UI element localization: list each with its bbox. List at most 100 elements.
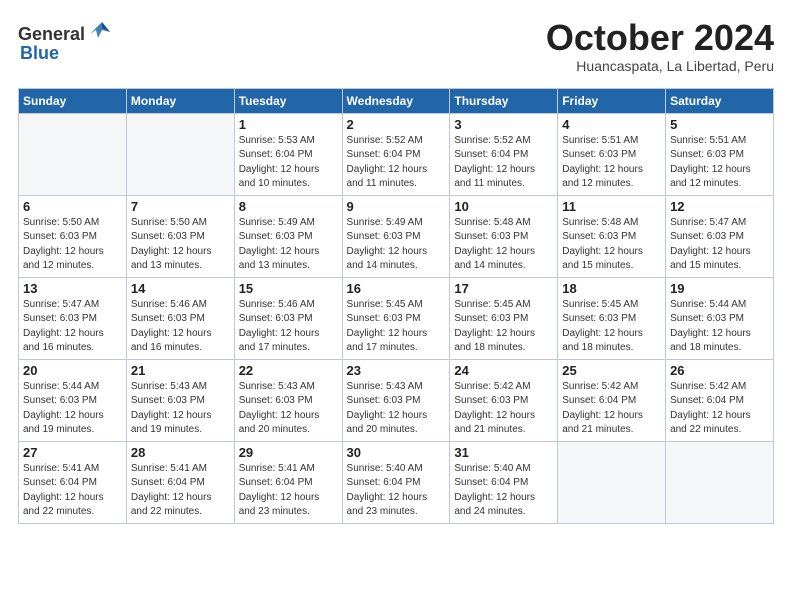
day-info: Sunrise: 5:47 AM Sunset: 6:03 PM Dayligh… (670, 216, 769, 274)
day-number: 1 (239, 117, 338, 132)
logo-general-text: General (18, 24, 85, 45)
day-number: 3 (454, 117, 553, 132)
day-info: Sunrise: 5:41 AM Sunset: 6:04 PM Dayligh… (131, 462, 230, 520)
day-info: Sunrise: 5:52 AM Sunset: 6:04 PM Dayligh… (454, 134, 553, 192)
calendar-cell: 19Sunrise: 5:44 AM Sunset: 6:03 PM Dayli… (666, 277, 774, 359)
calendar-cell: 20 Sunrise: 5:44 AM Sunset: 6:03 PM Dayli… (19, 359, 127, 441)
day-info: Sunrise: 5:44 AM Sunset: 6:03 PM Dayligh… (23, 380, 122, 438)
calendar-week-row: 27 Sunrise: 5:41 AM Sunset: 6:04 PM Dayli… (19, 441, 774, 523)
day-number: 14 (131, 281, 230, 296)
calendar-cell: 3 Sunrise: 5:52 AM Sunset: 6:04 PM Daylig… (450, 113, 558, 195)
page: General Blue October 2024 Huancaspata, L… (0, 0, 792, 538)
calendar-cell: 9 Sunrise: 5:49 AM Sunset: 6:03 PM Daylig… (342, 195, 450, 277)
day-info: Sunrise: 5:46 AM Sunset: 6:03 PM Dayligh… (131, 298, 230, 356)
day-number: 24 (454, 363, 553, 378)
day-number: 12 (670, 199, 769, 214)
calendar-cell: 18 Sunrise: 5:45 AM Sunset: 6:03 PM Dayli… (558, 277, 666, 359)
calendar-cell: 23Sunrise: 5:43 AM Sunset: 6:03 PM Dayli… (342, 359, 450, 441)
calendar-cell: 21 Sunrise: 5:43 AM Sunset: 6:03 PM Dayli… (126, 359, 234, 441)
calendar-cell: 8Sunrise: 5:49 AM Sunset: 6:03 PM Daylig… (234, 195, 342, 277)
day-info: Sunrise: 5:46 AM Sunset: 6:03 PM Dayligh… (239, 298, 338, 356)
day-info: Sunrise: 5:43 AM Sunset: 6:03 PM Dayligh… (131, 380, 230, 438)
calendar-cell: 11Sunrise: 5:48 AM Sunset: 6:03 PM Dayli… (558, 195, 666, 277)
calendar-cell: 28Sunrise: 5:41 AM Sunset: 6:04 PM Dayli… (126, 441, 234, 523)
calendar-cell (126, 113, 234, 195)
day-number: 18 (562, 281, 661, 296)
day-number: 27 (23, 445, 122, 460)
day-info: Sunrise: 5:40 AM Sunset: 6:04 PM Dayligh… (347, 462, 446, 520)
calendar-cell: 10Sunrise: 5:48 AM Sunset: 6:03 PM Dayli… (450, 195, 558, 277)
day-info: Sunrise: 5:53 AM Sunset: 6:04 PM Dayligh… (239, 134, 338, 192)
calendar-cell: 5 Sunrise: 5:51 AM Sunset: 6:03 PM Daylig… (666, 113, 774, 195)
day-info: Sunrise: 5:44 AM Sunset: 6:03 PM Dayligh… (670, 298, 769, 356)
calendar-cell: 13Sunrise: 5:47 AM Sunset: 6:03 PM Dayli… (19, 277, 127, 359)
day-number: 5 (670, 117, 769, 132)
day-number: 17 (454, 281, 553, 296)
day-number: 25 (562, 363, 661, 378)
day-info: Sunrise: 5:50 AM Sunset: 6:03 PM Dayligh… (23, 216, 122, 274)
calendar-table: SundayMondayTuesdayWednesdayThursdayFrid… (18, 88, 774, 524)
calendar-cell: 15 Sunrise: 5:46 AM Sunset: 6:03 PM Dayli… (234, 277, 342, 359)
day-number: 11 (562, 199, 661, 214)
day-number: 15 (239, 281, 338, 296)
header: General Blue October 2024 Huancaspata, L… (18, 18, 774, 74)
weekday-header-friday: Friday (558, 88, 666, 113)
day-info: Sunrise: 5:41 AM Sunset: 6:04 PM Dayligh… (23, 462, 122, 520)
calendar-cell: 12 Sunrise: 5:47 AM Sunset: 6:03 PM Dayli… (666, 195, 774, 277)
calendar-week-row: 6 Sunrise: 5:50 AM Sunset: 6:03 PM Daylig… (19, 195, 774, 277)
day-info: Sunrise: 5:43 AM Sunset: 6:03 PM Dayligh… (239, 380, 338, 438)
calendar-cell: 31 Sunrise: 5:40 AM Sunset: 6:04 PM Dayli… (450, 441, 558, 523)
day-number: 2 (347, 117, 446, 132)
calendar-cell: 2 Sunrise: 5:52 AM Sunset: 6:04 PM Daylig… (342, 113, 450, 195)
weekday-header-thursday: Thursday (450, 88, 558, 113)
day-info: Sunrise: 5:45 AM Sunset: 6:03 PM Dayligh… (562, 298, 661, 356)
day-number: 9 (347, 199, 446, 214)
calendar-cell: 1 Sunrise: 5:53 AM Sunset: 6:04 PM Daylig… (234, 113, 342, 195)
calendar-cell: 22Sunrise: 5:43 AM Sunset: 6:03 PM Dayli… (234, 359, 342, 441)
day-number: 16 (347, 281, 446, 296)
calendar-cell: 27 Sunrise: 5:41 AM Sunset: 6:04 PM Dayli… (19, 441, 127, 523)
logo: General Blue (18, 18, 116, 64)
day-info: Sunrise: 5:51 AM Sunset: 6:03 PM Dayligh… (670, 134, 769, 192)
day-info: Sunrise: 5:48 AM Sunset: 6:03 PM Dayligh… (454, 216, 553, 274)
day-info: Sunrise: 5:40 AM Sunset: 6:04 PM Dayligh… (454, 462, 553, 520)
calendar-cell: 30Sunrise: 5:40 AM Sunset: 6:04 PM Dayli… (342, 441, 450, 523)
calendar-cell: 7 Sunrise: 5:50 AM Sunset: 6:03 PM Daylig… (126, 195, 234, 277)
calendar-cell: 14 Sunrise: 5:46 AM Sunset: 6:03 PM Dayli… (126, 277, 234, 359)
day-info: Sunrise: 5:51 AM Sunset: 6:03 PM Dayligh… (562, 134, 661, 192)
calendar-cell: 17Sunrise: 5:45 AM Sunset: 6:03 PM Dayli… (450, 277, 558, 359)
day-info: Sunrise: 5:52 AM Sunset: 6:04 PM Dayligh… (347, 134, 446, 192)
day-info: Sunrise: 5:42 AM Sunset: 6:03 PM Dayligh… (454, 380, 553, 438)
calendar-cell (666, 441, 774, 523)
location-subtitle: Huancaspata, La Libertad, Peru (546, 58, 774, 74)
day-info: Sunrise: 5:47 AM Sunset: 6:03 PM Dayligh… (23, 298, 122, 356)
day-info: Sunrise: 5:41 AM Sunset: 6:04 PM Dayligh… (239, 462, 338, 520)
calendar-cell: 25 Sunrise: 5:42 AM Sunset: 6:04 PM Dayli… (558, 359, 666, 441)
day-info: Sunrise: 5:45 AM Sunset: 6:03 PM Dayligh… (347, 298, 446, 356)
day-info: Sunrise: 5:50 AM Sunset: 6:03 PM Dayligh… (131, 216, 230, 274)
day-number: 21 (131, 363, 230, 378)
day-number: 7 (131, 199, 230, 214)
calendar-cell: 4 Sunrise: 5:51 AM Sunset: 6:03 PM Daylig… (558, 113, 666, 195)
day-number: 31 (454, 445, 553, 460)
day-number: 20 (23, 363, 122, 378)
day-info: Sunrise: 5:49 AM Sunset: 6:03 PM Dayligh… (347, 216, 446, 274)
day-number: 23 (347, 363, 446, 378)
weekday-header-monday: Monday (126, 88, 234, 113)
calendar-header-row: SundayMondayTuesdayWednesdayThursdayFrid… (19, 88, 774, 113)
title-block: October 2024 Huancaspata, La Libertad, P… (546, 18, 774, 74)
day-number: 4 (562, 117, 661, 132)
day-number: 6 (23, 199, 122, 214)
calendar-week-row: 13Sunrise: 5:47 AM Sunset: 6:03 PM Dayli… (19, 277, 774, 359)
weekday-header-tuesday: Tuesday (234, 88, 342, 113)
day-info: Sunrise: 5:42 AM Sunset: 6:04 PM Dayligh… (562, 380, 661, 438)
calendar-cell: 24 Sunrise: 5:42 AM Sunset: 6:03 PM Dayli… (450, 359, 558, 441)
logo-bird-icon (88, 18, 116, 46)
calendar-cell (558, 441, 666, 523)
calendar-week-row: 20 Sunrise: 5:44 AM Sunset: 6:03 PM Dayli… (19, 359, 774, 441)
day-info: Sunrise: 5:42 AM Sunset: 6:04 PM Dayligh… (670, 380, 769, 438)
calendar-week-row: 1 Sunrise: 5:53 AM Sunset: 6:04 PM Daylig… (19, 113, 774, 195)
weekday-header-saturday: Saturday (666, 88, 774, 113)
day-number: 29 (239, 445, 338, 460)
day-info: Sunrise: 5:49 AM Sunset: 6:03 PM Dayligh… (239, 216, 338, 274)
